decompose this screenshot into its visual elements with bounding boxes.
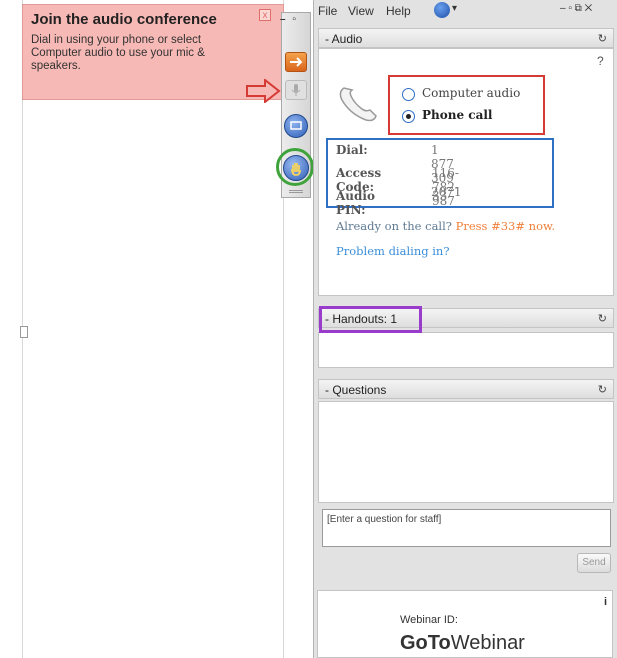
pin-icon[interactable]: ↻ — [598, 383, 607, 396]
send-button[interactable]: Send — [577, 553, 611, 573]
questions-log — [318, 401, 614, 503]
logo-goto: GoTo — [400, 632, 451, 654]
gotowebinar-logo: GoToWebinar — [400, 632, 525, 655]
microphone-icon — [291, 84, 301, 96]
handouts-section-body — [318, 332, 614, 368]
computer-audio-radio[interactable] — [402, 88, 415, 101]
question-input[interactable]: [Enter a question for staff] — [322, 509, 611, 547]
tip-title: Join the audio conference — [31, 11, 217, 28]
pin-icon[interactable]: ↻ — [598, 32, 607, 45]
dial-label: Dial: — [336, 143, 368, 157]
menu-help[interactable]: Help — [386, 4, 411, 18]
arrow-right-icon — [246, 79, 281, 103]
screen-button[interactable] — [284, 114, 308, 138]
mic-button[interactable] — [285, 80, 307, 100]
logo-webinar: Webinar — [450, 632, 525, 654]
toolbar-window-controls[interactable]: – ▫ — [280, 14, 298, 25]
menu-file[interactable]: File — [318, 4, 337, 18]
computer-audio-label[interactable]: Computer audio — [422, 86, 520, 100]
arrow-right-icon — [290, 57, 303, 67]
audio-mode-highlight — [388, 75, 545, 135]
show-panel-button[interactable] — [285, 52, 307, 72]
pin-icon[interactable]: ↻ — [598, 312, 607, 325]
already-on-call-text: Already on the call? Press #33# now. — [336, 219, 555, 233]
already-on-call-question: Already on the call? — [336, 219, 452, 233]
phone-call-radio[interactable] — [402, 110, 415, 123]
webinar-id-label: Webinar ID: — [400, 614, 458, 626]
press-code-instruction: Press #33# now. — [455, 219, 556, 233]
questions-section-title: - Questions — [325, 383, 387, 397]
screen-icon — [290, 121, 302, 130]
audio-tip-popup: Join the audio conference Dial in using … — [22, 4, 284, 103]
audio-pin-label: Audio PIN: — [336, 189, 375, 217]
handouts-highlight — [319, 306, 422, 333]
problem-dialing-link[interactable]: Problem dialing in? — [336, 244, 450, 258]
hand-icon — [291, 163, 301, 176]
phone-icon — [339, 87, 377, 122]
audio-pin-value: 33 — [432, 189, 448, 203]
menu-bar: File View Help ▾ – ▫ ⧉ ✕ — [314, 0, 617, 22]
tip-body: Dial in using your phone or select Compu… — [31, 34, 205, 72]
phone-call-label[interactable]: Phone call — [422, 108, 493, 122]
audio-section-header[interactable]: - Audio ↻ — [318, 28, 614, 48]
info-icon[interactable]: i — [604, 596, 607, 608]
menu-view[interactable]: View — [348, 4, 374, 18]
chevron-down-icon[interactable]: ▾ — [452, 3, 457, 14]
toolbar-grip[interactable] — [289, 190, 303, 193]
globe-icon[interactable] — [434, 2, 450, 18]
help-icon[interactable]: ? — [597, 54, 604, 68]
window-controls[interactable]: – ▫ ⧉ ✕ — [560, 3, 592, 14]
raise-hand-button[interactable] — [283, 155, 309, 181]
tip-close-button[interactable]: x — [259, 9, 271, 21]
resize-handle[interactable] — [20, 326, 28, 338]
questions-section-header[interactable]: - Questions ↻ — [318, 379, 614, 399]
audio-section-title: - Audio — [325, 32, 363, 46]
